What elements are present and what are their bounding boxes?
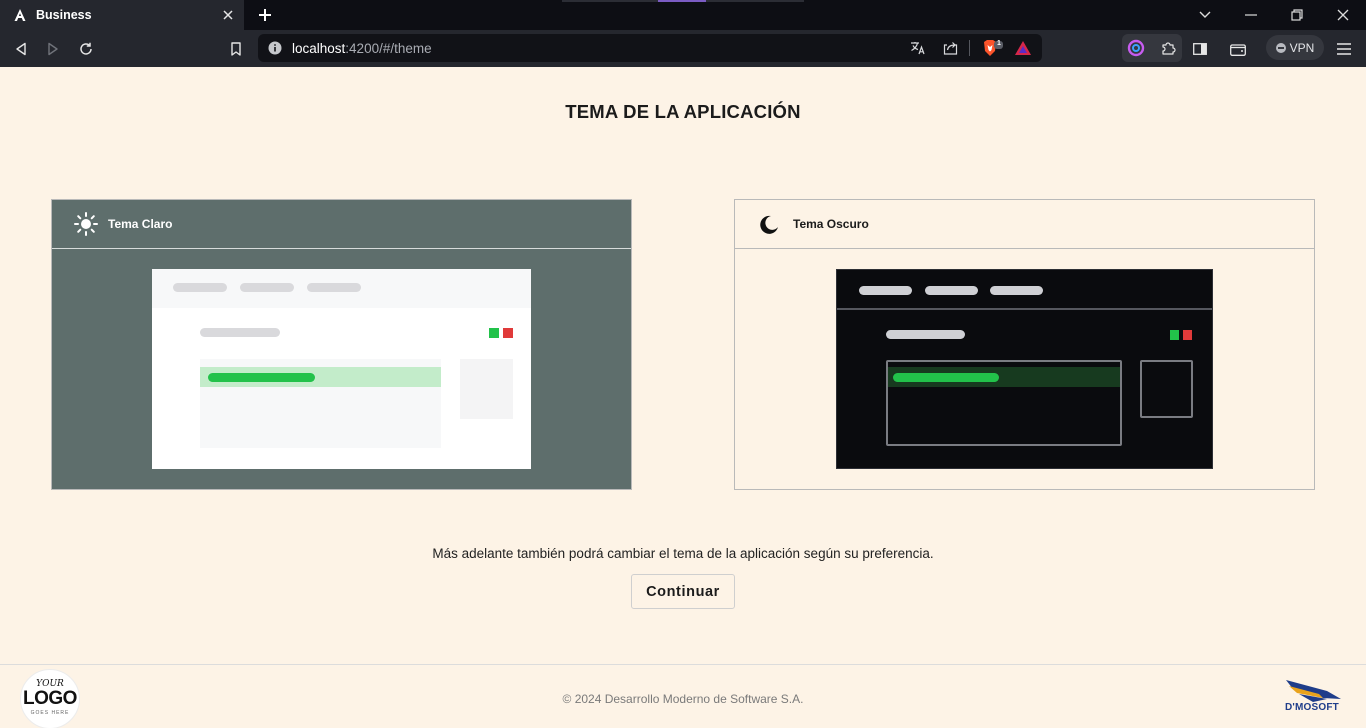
moon-icon (757, 212, 781, 236)
preview-progress-bar (208, 373, 315, 382)
sun-icon (74, 212, 98, 236)
extensions-puzzle-icon[interactable] (1159, 39, 1177, 57)
browser-tab[interactable]: Business (0, 0, 244, 30)
preview-nav-item (173, 283, 227, 292)
preview-green-indicator (1170, 330, 1179, 340)
brave-rewards-icon[interactable] (1014, 39, 1032, 57)
translate-icon[interactable] (909, 39, 927, 57)
site-info-icon[interactable] (268, 41, 282, 55)
browser-toolbar: localhost:4200/#/theme 1 VPN (0, 30, 1366, 67)
light-theme-preview (152, 269, 531, 469)
tab-title: Business (36, 8, 92, 22)
preview-nav-item (307, 283, 361, 292)
preview-nav-item (925, 286, 978, 295)
new-tab-plus-icon[interactable] (257, 7, 273, 23)
preview-nav-item (240, 283, 294, 292)
address-bar-divider (969, 40, 970, 56)
copyright-text: © 2024 Desarrollo Moderno de Software S.… (562, 692, 804, 706)
brave-shields-icon[interactable]: 1 (982, 39, 1004, 57)
browser-tab-bar: Business (0, 0, 1366, 30)
shields-count-badge: 1 (997, 40, 1001, 47)
url-path: :4200/#/theme (345, 41, 432, 56)
angular-favicon-icon (13, 8, 27, 22)
brand-name: D'MOSOFT (1285, 702, 1339, 713)
vpn-button[interactable]: VPN (1266, 35, 1324, 60)
continue-button[interactable]: Continuar (631, 574, 735, 609)
url-host: localhost (292, 41, 346, 56)
forward-icon[interactable] (42, 38, 64, 60)
dark-theme-label: Tema Oscuro (793, 217, 869, 231)
vpn-status-icon (1275, 42, 1286, 53)
dark-theme-option[interactable]: Tema Oscuro (734, 199, 1315, 490)
footer: YOUR LOGO GOES HERE © 2024 Desarrollo Mo… (0, 664, 1366, 728)
close-window-icon[interactable] (1333, 5, 1353, 25)
light-theme-label: Tema Claro (108, 217, 173, 231)
bookmark-icon[interactable] (225, 38, 247, 60)
preview-nav-item (859, 286, 912, 295)
address-bar[interactable]: localhost:4200/#/theme 1 (258, 34, 1042, 62)
back-icon[interactable] (10, 38, 32, 60)
preview-red-indicator (1183, 330, 1192, 340)
preview-red-indicator (503, 328, 513, 338)
preview-page-heading (200, 328, 280, 337)
light-theme-option[interactable]: Tema Claro (51, 199, 632, 490)
close-tab-icon[interactable] (220, 7, 236, 23)
extensions-group (1122, 34, 1182, 62)
preview-page-heading (886, 330, 965, 339)
sidebar-toggle-icon[interactable] (1189, 38, 1211, 60)
url-text[interactable]: localhost:4200/#/theme (292, 41, 432, 56)
tab-search-chevron-icon[interactable] (1195, 5, 1215, 25)
tab-strip-indicator (562, 0, 804, 2)
hamburger-menu-icon[interactable] (1333, 38, 1355, 60)
preview-side-panel (1140, 360, 1193, 418)
dark-theme-preview (836, 269, 1213, 469)
page-title: TEMA DE LA APLICACIÓN (565, 101, 801, 122)
share-icon[interactable] (941, 39, 959, 57)
logo-sub-text: GOES HERE (30, 710, 70, 716)
info-text: Más adelante también podrá cambiar el te… (432, 546, 934, 561)
preview-nav-item (990, 286, 1043, 295)
preview-progress-bar (893, 373, 999, 382)
preview-header-divider (837, 308, 1212, 310)
wallet-icon[interactable] (1227, 38, 1249, 60)
extension-icon[interactable] (1127, 39, 1145, 57)
minimize-window-icon[interactable] (1241, 5, 1261, 25)
preview-green-indicator (489, 328, 499, 338)
dark-theme-header: Tema Oscuro (735, 200, 1314, 249)
reload-icon[interactable] (75, 38, 97, 60)
light-theme-header: Tema Claro (52, 200, 631, 249)
preview-side-panel (460, 359, 513, 419)
vpn-label: VPN (1289, 40, 1315, 55)
restore-window-icon[interactable] (1287, 5, 1307, 25)
